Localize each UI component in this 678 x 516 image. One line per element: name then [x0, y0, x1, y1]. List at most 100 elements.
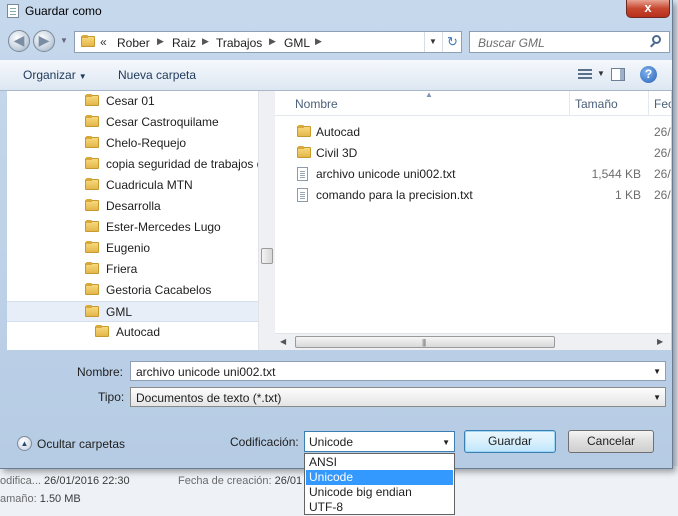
folder-icon	[85, 157, 99, 169]
refresh-icon[interactable]: ↻	[442, 32, 462, 52]
encoding-option-unicode[interactable]: Unicode	[306, 470, 453, 485]
title-bar: Guardar como x	[0, 0, 672, 22]
details-created: Fecha de creación: 26/01	[178, 475, 303, 487]
folder-icon	[95, 325, 109, 337]
hide-folders-icon[interactable]: ▲	[17, 436, 32, 451]
tree-item[interactable]: Desarrolla	[7, 196, 258, 217]
column-size[interactable]: Tamaño	[575, 97, 618, 111]
address-dropdown-icon[interactable]: ▼	[424, 32, 441, 52]
horizontal-scrollbar[interactable]: ◀ ||| ▶	[275, 333, 671, 350]
breadcrumb-gml[interactable]: GML	[284, 36, 310, 50]
chevron-down-icon[interactable]: ▼	[653, 367, 661, 376]
new-folder-button[interactable]: Nueva carpeta	[118, 68, 196, 82]
breadcrumb-overflow[interactable]: «	[100, 35, 107, 49]
scroll-left-icon[interactable]: ◀	[280, 337, 286, 346]
document-icon	[7, 4, 19, 18]
forward-button[interactable]: ▶	[33, 30, 55, 52]
list-item[interactable]: Autocad 26/	[275, 122, 671, 143]
scrollbar-thumb[interactable]: |||	[295, 336, 555, 348]
search-input[interactable]: Buscar GML	[469, 31, 670, 53]
encoding-label: Codificación:	[230, 435, 299, 449]
tree-item[interactable]: Cuadricula MTN	[7, 175, 258, 196]
column-divider[interactable]	[648, 91, 649, 115]
tree-item[interactable]: Cesar 01	[7, 91, 258, 112]
details-size: amaño: 1.50 MB	[0, 493, 81, 505]
folder-icon	[81, 35, 95, 47]
tree-item[interactable]: Chelo-Requejo	[7, 133, 258, 154]
breadcrumb-trabajos[interactable]: Trabajos	[216, 36, 262, 50]
encoding-option-unicode-big-endian[interactable]: Unicode big endian	[306, 485, 453, 500]
column-date[interactable]: Fec	[654, 97, 671, 111]
folder-icon	[85, 136, 99, 148]
file-list: ▲ Nombre Tamaño Fec Autocad 26/ Civil 3D…	[275, 91, 671, 350]
tree-item[interactable]: Gestoria Cacabelos	[7, 280, 258, 301]
tree-item[interactable]: Ester-Mercedes Lugo	[7, 217, 258, 238]
sort-ascending-icon: ▲	[425, 91, 433, 99]
folder-icon	[297, 146, 311, 158]
scroll-right-icon[interactable]: ▶	[657, 337, 663, 346]
column-header: ▲ Nombre Tamaño Fec	[275, 91, 671, 116]
tree-item[interactable]: copia seguridad de trabajos d	[7, 154, 258, 175]
file-name-input[interactable]: archivo unicode uni002.txt ▼	[130, 361, 666, 381]
back-button[interactable]: ◀	[8, 30, 30, 52]
folder-icon	[85, 94, 99, 106]
folder-icon	[85, 262, 99, 274]
organize-button[interactable]: Organizar ▼	[23, 68, 87, 82]
navigation-bar: ◀ ▶ ▼ « Rober ▶ Raiz ▶ Trabajos ▶ GML ▶ …	[0, 28, 672, 56]
folder-icon	[85, 241, 99, 253]
tree-item[interactable]: Friera	[7, 259, 258, 280]
help-icon[interactable]: ?	[640, 66, 657, 83]
address-bar[interactable]: « Rober ▶ Raiz ▶ Trabajos ▶ GML ▶ ▼ ↻	[74, 31, 462, 53]
window-title: Guardar como	[25, 4, 102, 18]
search-placeholder: Buscar GML	[478, 36, 545, 50]
preview-pane-icon[interactable]	[611, 68, 625, 81]
folder-icon	[85, 178, 99, 190]
text-file-icon	[297, 188, 308, 202]
folder-icon	[297, 125, 311, 137]
tree-item[interactable]: Eugenio	[7, 238, 258, 259]
file-name-label: Nombre:	[77, 365, 124, 379]
file-type-label: Tipo:	[98, 390, 125, 404]
chevron-right-icon[interactable]: ▶	[315, 36, 322, 47]
list-item[interactable]: archivo unicode uni002.txt 1,544 KB 26/	[275, 164, 671, 185]
chevron-down-icon[interactable]: ▼	[597, 69, 605, 78]
encoding-option-ansi[interactable]: ANSI	[306, 455, 453, 470]
chevron-right-icon[interactable]: ▶	[202, 36, 209, 47]
hide-folders-button[interactable]: Ocultar carpetas	[37, 437, 125, 451]
breadcrumb-rober[interactable]: Rober	[117, 36, 150, 50]
navigation-tree: Cesar 01 Cesar Castroquilame Chelo-Reque…	[7, 91, 258, 350]
cancel-button[interactable]: Cancelar	[568, 430, 654, 453]
encoding-option-utf8[interactable]: UTF-8	[306, 500, 453, 515]
tree-item[interactable]: Autocad	[7, 322, 258, 343]
folder-icon	[85, 220, 99, 232]
search-icon[interactable]	[652, 35, 661, 44]
close-button[interactable]: x	[626, 0, 670, 18]
command-toolbar: Organizar ▼ Nueva carpeta ▼ ?	[0, 60, 672, 91]
tree-item-selected[interactable]: GML	[7, 301, 258, 322]
chevron-right-icon[interactable]: ▶	[269, 36, 276, 47]
breadcrumb-raiz[interactable]: Raiz	[172, 36, 196, 50]
browser-area: Cesar 01 Cesar Castroquilame Chelo-Reque…	[7, 91, 671, 350]
column-divider[interactable]	[569, 91, 570, 115]
folder-icon	[85, 283, 99, 295]
text-file-icon	[297, 167, 308, 181]
scrollbar-thumb[interactable]	[261, 248, 273, 264]
folder-icon	[85, 115, 99, 127]
chevron-down-icon: ▼	[653, 393, 661, 402]
list-item[interactable]: comando para la precision.txt 1 KB 26/	[275, 185, 671, 206]
list-item[interactable]: Civil 3D 26/	[275, 143, 671, 164]
save-as-dialog: Guardar como x ◀ ▶ ▼ « Rober ▶ Raiz ▶ Tr…	[0, 0, 673, 469]
details-modified: odifica... 26/01/2016 22:30	[0, 475, 130, 487]
tree-scrollbar[interactable]	[258, 91, 275, 350]
column-name[interactable]: Nombre	[295, 97, 338, 111]
file-type-select[interactable]: Documentos de texto (*.txt) ▼	[130, 387, 666, 407]
encoding-options-list: ANSI Unicode Unicode big endian UTF-8	[304, 453, 455, 515]
tree-item[interactable]: Cesar Castroquilame	[7, 112, 258, 133]
grip-icon: |||	[422, 338, 426, 347]
chevron-right-icon[interactable]: ▶	[157, 36, 164, 47]
encoding-select[interactable]: Unicode ▼	[304, 431, 455, 452]
view-options-icon[interactable]	[578, 69, 592, 80]
folder-icon	[85, 305, 99, 317]
recent-pages-dropdown-icon[interactable]: ▼	[60, 36, 68, 45]
save-button[interactable]: Guardar	[464, 430, 556, 453]
